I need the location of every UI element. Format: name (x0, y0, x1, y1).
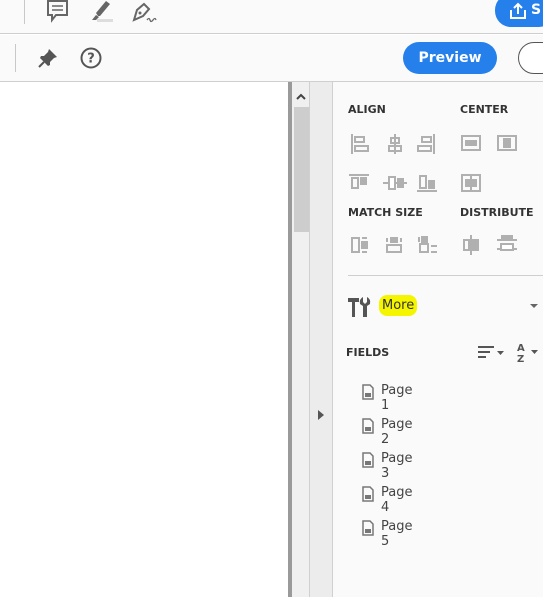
close-button[interactable] (518, 42, 543, 74)
divider (24, 0, 25, 24)
page-icon (362, 384, 374, 400)
match-width-icon[interactable] (351, 237, 368, 253)
chevron-down-icon[interactable] (529, 303, 539, 309)
pin-icon[interactable] (37, 47, 59, 69)
field-label: Page 4 (381, 485, 413, 515)
field-label: Page 3 (381, 451, 413, 481)
scroll-up-icon[interactable] (295, 92, 307, 102)
svg-text:Z: Z (517, 354, 524, 363)
help-icon[interactable]: ? (80, 47, 102, 69)
sort-order-icon[interactable] (477, 344, 505, 360)
align-vertical-center-icon[interactable] (383, 176, 407, 190)
align-heading: ALIGN (348, 103, 386, 116)
share-button[interactable]: S (495, 0, 543, 27)
field-label: Page 5 (381, 519, 413, 549)
document-area[interactable] (0, 82, 288, 597)
distribute-horizontal-icon[interactable] (463, 235, 479, 255)
highlight-icon[interactable] (88, 0, 114, 24)
match-height-icon[interactable] (386, 237, 402, 253)
fields-heading: FIELDS (346, 346, 390, 359)
sign-icon[interactable] (130, 0, 158, 24)
share-icon (510, 2, 526, 19)
expand-arrow-icon[interactable] (317, 409, 325, 421)
top-toolbar: S (0, 0, 543, 34)
divider (348, 275, 543, 276)
center-vertical-icon[interactable] (497, 135, 517, 151)
distribute-vertical-icon[interactable] (497, 235, 517, 251)
field-label: Page 1 (381, 383, 413, 413)
match-both-icon[interactable] (418, 236, 437, 253)
page-icon (362, 452, 374, 468)
scrollbar-thumb[interactable] (294, 107, 309, 232)
align-right-icon[interactable] (417, 134, 435, 154)
page-icon (362, 520, 374, 536)
tools-icon (348, 297, 371, 317)
layout-tools (349, 134, 517, 255)
align-horizontal-center-icon[interactable] (388, 134, 402, 154)
panel-collapse-strip[interactable] (310, 82, 333, 597)
field-label: Page 2 (381, 417, 413, 447)
sort-alphabetical-icon[interactable]: AZ (515, 341, 543, 363)
preview-button[interactable]: Preview (403, 42, 497, 74)
center-both-icon[interactable] (461, 174, 481, 192)
svg-text:A: A (517, 343, 525, 354)
align-top-icon[interactable] (349, 174, 369, 189)
center-heading: CENTER (460, 103, 509, 116)
align-bottom-icon[interactable] (417, 175, 437, 192)
svg-text:?: ? (87, 52, 95, 67)
page-icon (362, 418, 374, 434)
page-icon (362, 486, 374, 502)
center-horizontal-icon[interactable] (461, 135, 481, 151)
share-label: S (531, 2, 542, 18)
comment-icon[interactable] (46, 0, 70, 24)
more-dropdown[interactable]: More (379, 295, 418, 316)
align-left-icon[interactable] (351, 134, 369, 154)
divider (15, 44, 16, 72)
